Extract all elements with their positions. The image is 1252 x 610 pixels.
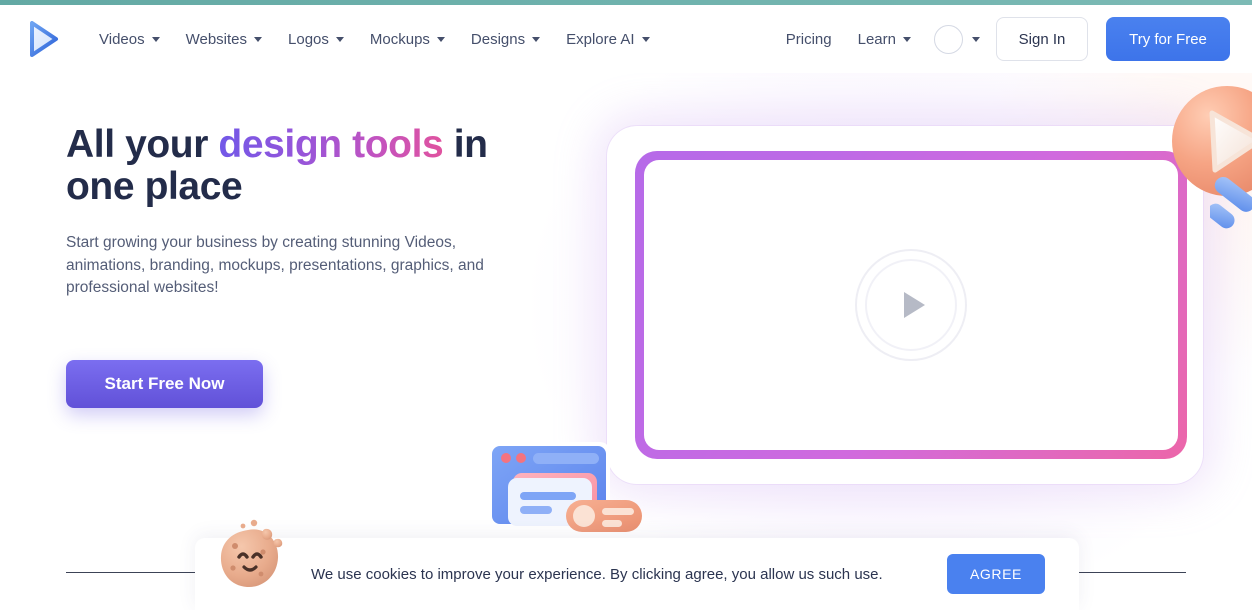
cookie-consent-banner: We use cookies to improve your experienc… — [195, 519, 1079, 610]
nav-item-learn[interactable]: Learn — [845, 23, 924, 56]
video-gradient-frame — [635, 151, 1187, 459]
play-icon[interactable] — [903, 292, 925, 318]
site-header: Videos Websites Logos Mockups Designs Ex… — [0, 5, 1252, 73]
chevron-down-icon — [532, 36, 541, 42]
video-player[interactable] — [644, 160, 1178, 450]
hero-title-highlight: design tools — [218, 123, 444, 166]
nav-item-label: Learn — [857, 30, 896, 48]
cookie-message: We use cookies to improve your experienc… — [311, 565, 883, 583]
avatar — [934, 24, 963, 54]
chevron-down-icon — [335, 36, 344, 42]
chevron-down-icon — [151, 36, 160, 42]
nav-item-videos[interactable]: Videos — [86, 23, 173, 56]
account-avatar-selector[interactable] — [934, 24, 980, 54]
top-accent-strip — [0, 0, 1252, 5]
cookie-icon — [215, 516, 287, 598]
cookie-agree-button[interactable]: AGREE — [947, 554, 1045, 594]
try-for-free-button[interactable]: Try for Free — [1106, 17, 1230, 61]
chevron-down-icon — [436, 36, 445, 42]
chevron-down-icon — [254, 36, 263, 42]
nav-item-logos[interactable]: Logos — [275, 23, 357, 56]
nav-item-label: Websites — [185, 30, 248, 48]
nav-item-label: Designs — [470, 30, 526, 48]
nav-item-explore-ai[interactable]: Explore AI — [553, 23, 662, 56]
nav-item-mockups[interactable]: Mockups — [357, 23, 458, 56]
chevron-down-icon — [903, 36, 911, 42]
hero-title-part1: All your — [66, 123, 219, 166]
chevron-down-icon — [641, 36, 650, 42]
primary-nav: Videos Websites Logos Mockups Designs Ex… — [86, 23, 663, 56]
start-free-now-button[interactable]: Start Free Now — [66, 359, 263, 408]
nav-link-pricing[interactable]: Pricing — [773, 23, 845, 56]
nav-item-websites[interactable]: Websites — [173, 23, 275, 56]
chevron-down-icon — [972, 36, 980, 42]
nav-item-label: Mockups — [369, 30, 430, 48]
logo-icon[interactable] — [26, 19, 62, 59]
hero-video-panel — [607, 126, 1203, 484]
nav-item-label: Explore AI — [566, 30, 635, 48]
nav-item-designs[interactable]: Designs — [458, 23, 553, 56]
sign-in-button[interactable]: Sign In — [996, 17, 1088, 61]
nav-item-label: Videos — [99, 30, 145, 48]
page-title: All your design tools in one place — [66, 123, 566, 208]
header-actions: Pricing Learn Sign In Try for Free — [773, 17, 1252, 61]
nav-item-label: Logos — [288, 30, 329, 48]
hero-content: All your design tools in one place Start… — [66, 123, 566, 408]
hero-subtitle: Start growing your business by creating … — [66, 234, 484, 297]
